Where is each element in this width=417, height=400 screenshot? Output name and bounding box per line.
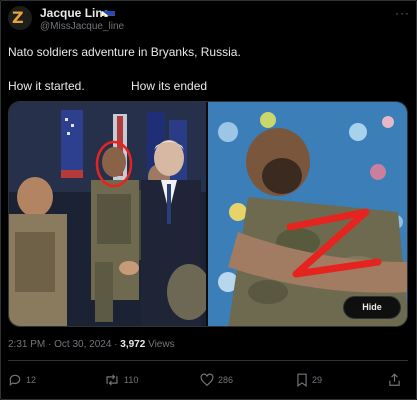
tweet-text-label-right: How its ended xyxy=(131,79,208,93)
hide-media-button[interactable]: Hide xyxy=(343,296,401,319)
group-photo-image xyxy=(9,102,211,326)
tweet-text-label-left: How it started. xyxy=(8,79,85,93)
reply-icon xyxy=(9,374,21,386)
like-count: 286 xyxy=(218,375,234,385)
tweet-meta: 2:31 PM · Oct 30, 2024 · 3,972 Views xyxy=(8,339,175,350)
sensitive-photo-image xyxy=(208,102,407,326)
philippines-flag-icon xyxy=(102,7,115,16)
tweet-media[interactable] xyxy=(8,101,408,327)
repost-icon xyxy=(106,374,118,386)
views-label: Views xyxy=(145,339,175,350)
like-button[interactable]: 286 xyxy=(200,372,233,388)
share-button[interactable] xyxy=(388,372,405,388)
divider xyxy=(8,360,408,361)
views-count: 3,972 xyxy=(120,339,146,350)
heart-icon xyxy=(200,373,214,387)
bookmark-icon xyxy=(297,373,307,387)
reply-count: 12 xyxy=(26,375,37,385)
tweet-text-line-1: Nato soldiers adventure in Bryanks, Russ… xyxy=(8,45,241,59)
author-display-name[interactable]: Jacque Line xyxy=(40,6,109,20)
media-image-left[interactable] xyxy=(9,102,211,326)
bookmark-count: 29 xyxy=(312,375,323,385)
avatar[interactable]: Z xyxy=(8,6,32,30)
repost-count: 110 xyxy=(124,375,139,385)
media-image-right[interactable] xyxy=(208,102,407,326)
repost-button[interactable]: 110 xyxy=(104,372,138,388)
reply-button[interactable]: 12 xyxy=(8,372,36,388)
avatar-letter: Z xyxy=(12,8,24,27)
bookmark-button[interactable]: 29 xyxy=(296,372,322,388)
tweet-timestamp[interactable]: 2:31 PM · Oct 30, 2024 · xyxy=(8,339,120,350)
author-handle[interactable]: @MissJacque_line xyxy=(40,21,124,32)
more-options-icon[interactable]: ··· xyxy=(395,6,410,20)
share-icon xyxy=(389,373,400,386)
